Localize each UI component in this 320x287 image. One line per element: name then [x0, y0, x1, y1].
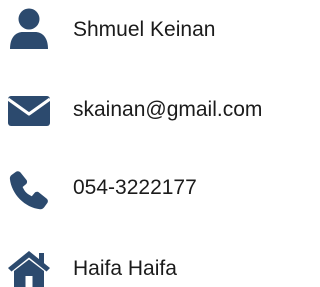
contact-address: Haifa Haifa	[73, 257, 177, 280]
contact-name: Shmuel Keinan	[73, 18, 216, 41]
user-icon	[10, 8, 48, 49]
phone-icon	[9, 171, 48, 210]
contact-email-link[interactable]: skainan@gmail.com	[73, 98, 262, 122]
envelope-icon	[7, 96, 51, 126]
home-icon	[8, 251, 50, 287]
contact-phone-link[interactable]: 054-3222177	[73, 176, 197, 200]
